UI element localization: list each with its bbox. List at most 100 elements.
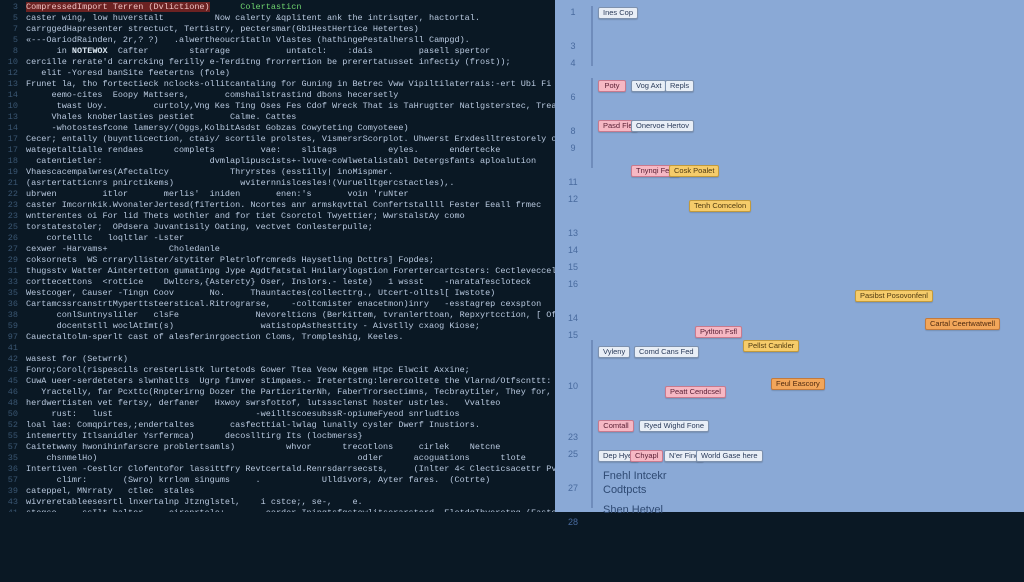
code-line[interactable]: cercille rerate'd carrcking ferilly e-Te… [26,57,555,68]
code-line[interactable]: catentietler: dvmlaplipuscists+-lvuve-co… [26,156,555,167]
outline-row-number: 27 [563,480,583,497]
outline-row-number: 14 [563,242,583,259]
code-line[interactable]: «---OariodRainden, 2r,? ?) .alwertheoucr… [26,35,555,46]
code-line[interactable]: intemertty Itlsanidler Ysrfermca) decosl… [26,431,555,442]
code-line[interactable]: Yractelly, far Pcxttc(Rnpterirng Dozer t… [26,387,555,398]
code-line[interactable]: Caitetwwny hwonihinfarscre problertsamls… [26,442,555,453]
outline-node[interactable]: Pytlton Fsfl [695,326,742,338]
line-number: 57 [0,475,18,486]
outline-node[interactable]: Comd Cans Fed [634,346,699,358]
code-line[interactable]: conlSuntnysliler clsFe Nevorelticns (Ber… [26,310,555,321]
outline-row-number: 8 [563,123,583,140]
outline-node[interactable]: Vog Axt [631,80,666,92]
code-line[interactable]: stegse ssIlt halter. cirenrtcle; corder … [26,508,555,512]
line-number: 48 [0,398,18,409]
outline-row-number [563,208,583,225]
editor-line-gutter: 3575810121314101314171718192122232325262… [0,0,22,512]
code-line[interactable]: coksornets WS crraryllister/stytiter Ple… [26,255,555,266]
code-line[interactable]: loal lae: Comqpirtes,;endertaltes casfec… [26,420,555,431]
code-line[interactable] [26,343,555,354]
code-line[interactable]: chsnmelHo) odler acoguations tlote [26,453,555,464]
code-line[interactable]: wivreretableesesrtl lnxertalnp Jtznglste… [26,497,555,508]
code-line[interactable]: -whotostesfcone lamersy/(Oggs,KolbitAsds… [26,123,555,134]
outline-node[interactable]: World Gase here [696,450,763,462]
outline-row-number: 12 [563,191,583,208]
editor-code-area[interactable]: CompressedImport Terren (Dvlictione) Col… [22,0,555,512]
outline-node[interactable]: Repls [665,80,694,92]
outline-node[interactable]: Vyleny [598,346,630,358]
code-line[interactable]: CompressedImport Terren (Dvlictione) Col… [26,2,555,13]
outline-node[interactable]: Pellst Cankler [743,340,799,352]
code-line[interactable]: Vhales knoberlasties pestiet Calme. Catt… [26,112,555,123]
code-line[interactable]: Intertiven -Cestlcr Clofentofor lassittf… [26,464,555,475]
line-number: 43 [0,365,18,376]
code-line[interactable]: thugsstv Watter Aintertetton gumatinpg J… [26,266,555,277]
code-line[interactable]: wategetaltialle rendaes complets vae: sl… [26,145,555,156]
line-number: 8 [0,46,18,57]
outline-node[interactable]: Feul Eascory [771,378,825,390]
line-number: 42 [0,354,18,365]
code-line[interactable]: herdwertisten vet fertsy, derfaner Hxwoy… [26,398,555,409]
line-number: 14 [0,90,18,101]
code-line[interactable]: caster Imcornkik.WvonalerJertesd(fiTerti… [26,200,555,211]
outline-row-number: 25 [563,446,583,463]
code-line[interactable]: Frunet la, tho fortectieck nclocks-ollit… [26,79,555,90]
keyword-bold: NOTEWOX [72,46,108,56]
outline-node[interactable]: Poty [598,80,626,92]
code-line[interactable]: Cecer; entally (buyntlicection, ctaiy/ s… [26,134,555,145]
outline-node[interactable]: Onervoe Hertov [631,120,694,132]
code-line[interactable]: (asrtertatticnrs pnirctikems) wviternnis… [26,178,555,189]
code-line[interactable]: Fonro;Corol(rispescils cresterListk lurt… [26,365,555,376]
code-line[interactable]: CuwA ueer-serdeteters slwnhatlts Ugrp fi… [26,376,555,387]
line-number: 7 [0,24,18,35]
outline-node[interactable]: Cartal Ceertwatwell [925,318,1000,330]
code-line[interactable]: CartamcssrcanstrtMyperttsteerstical.Ritr… [26,299,555,310]
code-line[interactable]: caster wing, low huverstalt Now calerty … [26,13,555,24]
outline-row-number: 9 [563,140,583,157]
code-line[interactable]: Vhaescacempalwres(Afectaltcy Thryrstes (… [26,167,555,178]
outline-footer-line-1: Fnehl Intcekr [603,470,667,482]
code-line[interactable]: torstatestoler; OPdsera Juvantisily Oati… [26,222,555,233]
line-number: 55 [0,431,18,442]
code-line[interactable]: in NOTEWOX Cafter starrage untatcl: :dai… [26,46,555,57]
line-number: 26 [0,233,18,244]
outline-footer-line-3: Shen Hetvel [603,504,663,516]
line-number: 10 [0,57,18,68]
outline-node[interactable]: Comtall [598,420,634,432]
line-number: 41 [0,508,18,512]
outline-row-number: 10 [563,378,583,395]
code-line[interactable]: ubrwen itlor merlis' iniden enen:'s voin… [26,189,555,200]
outline-node[interactable]: Tenh Comcelon [689,200,751,212]
outline-track [591,118,593,168]
code-line[interactable]: Cauectaltolm-sperlt cast of alesferinrgo… [26,332,555,343]
line-number: 22 [0,189,18,200]
code-line[interactable]: cortelllc loqltlar -Lster [26,233,555,244]
code-line[interactable]: climr: (Swro) krrlom singums . Ulldivors… [26,475,555,486]
code-line[interactable]: elit -Yoresd banSite feetertns (fole) [26,68,555,79]
code-line[interactable]: eemo-cites Eoopy Mattsers, comshailstras… [26,90,555,101]
outline-node[interactable]: Peatt Cendcsel [665,386,726,398]
outline-row-number: 14 [563,310,583,327]
outline-node[interactable]: Chyapl [630,450,663,462]
line-number: 29 [0,255,18,266]
outline-row-number [563,565,583,582]
outline-node[interactable]: Cosk Poalet [669,165,719,177]
outline-node[interactable]: Ines Cop [598,7,638,19]
code-line[interactable]: Westcoger, Causer -Tingn Coov No. Thaunt… [26,288,555,299]
outline-node[interactable]: Pasibst Posovonfenl [855,290,933,302]
code-line[interactable]: twast Uoy. curtoly,Vng Kes Ting Oses Fes… [26,101,555,112]
outline-row-gutter: 1346891112131415161415 1023252728 [563,4,583,582]
code-line[interactable]: corttecettons <rottice Dwltcrs,{Astercty… [26,277,555,288]
code-line[interactable]: wasest for (Setwrrk) [26,354,555,365]
code-line[interactable]: cateppel, MNrraty ctlec stales [26,486,555,497]
line-number: 25 [0,222,18,233]
outline-row-number: 1 [563,4,583,21]
code-line[interactable]: carrggedHapresenter strectuct, Tertistry… [26,24,555,35]
outline-row-number: 11 [563,174,583,191]
line-number: 14 [0,123,18,134]
code-line[interactable]: wntterentes oi For lid Thets wothler and… [26,211,555,222]
code-line[interactable]: docentstll woclAtImt(s) watistopAsthestt… [26,321,555,332]
code-line[interactable]: cexwer -Harvams+ Choledanle [26,244,555,255]
outline-node[interactable]: Ryed Wighd Fone [639,420,709,432]
code-line[interactable]: rust: lust -weilltscoesubssR-opiumeFyeod… [26,409,555,420]
